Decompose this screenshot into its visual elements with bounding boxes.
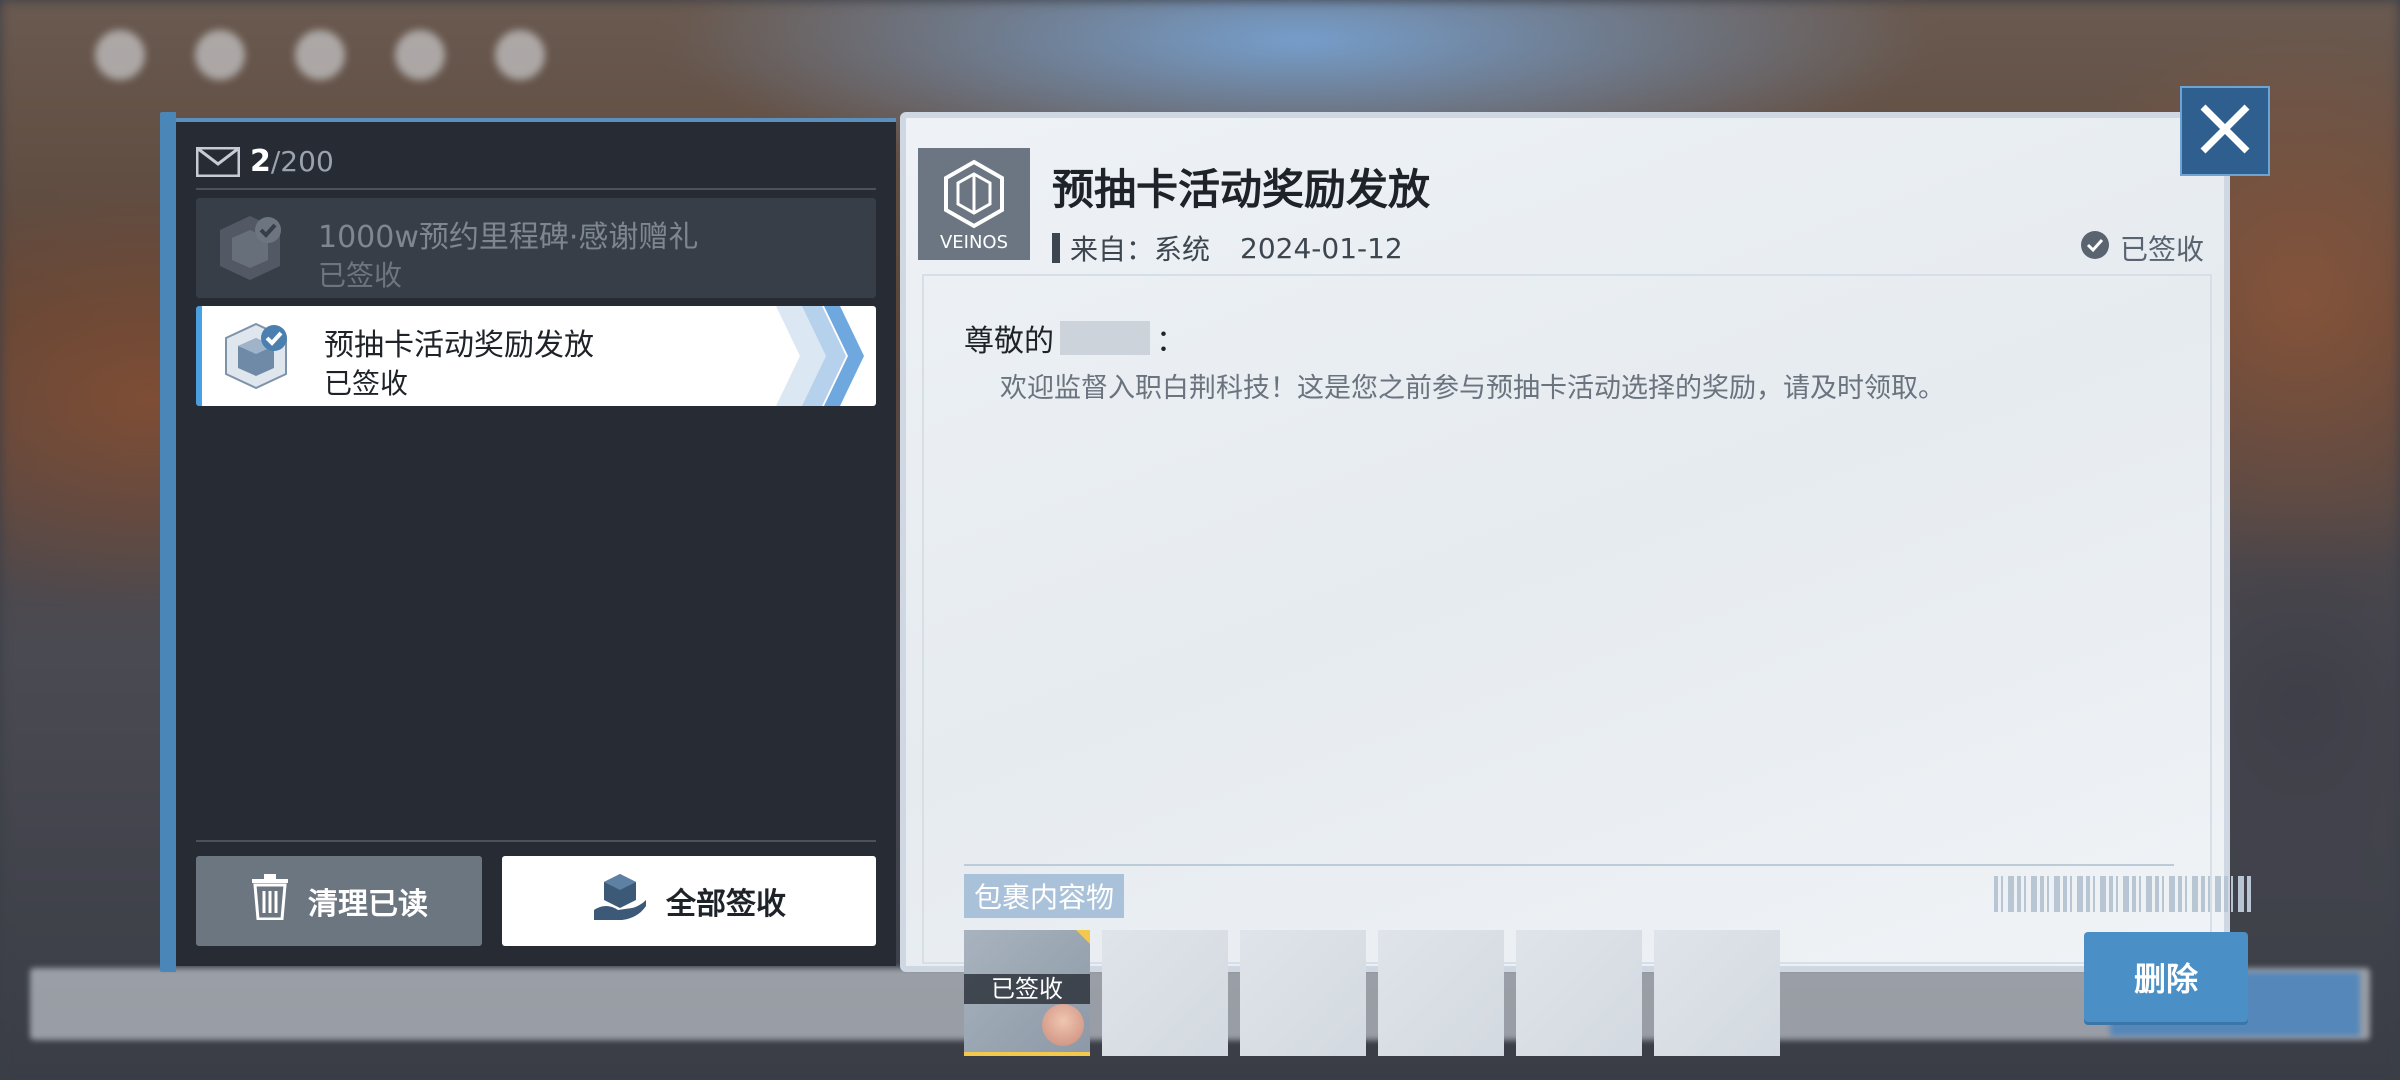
mail-subject: 预抽卡活动奖励发放 xyxy=(1052,165,1431,214)
attachment-slot-empty xyxy=(1516,930,1642,1056)
attachment-slot-item[interactable]: 已签收 xyxy=(964,930,1090,1056)
mail-item-title: 预抽卡活动奖励发放 xyxy=(324,328,594,363)
envelope-icon xyxy=(196,146,240,177)
package-claimed-icon xyxy=(210,208,290,288)
mailbox-counter: 2/200 xyxy=(196,144,334,179)
character-avatar-icon xyxy=(1042,1004,1084,1046)
mail-item-status: 已签收 xyxy=(318,259,403,292)
mail-message: 欢迎监督入职白荆科技！这是您之前参与预抽卡活动选择的奖励，请及时领取。 xyxy=(1000,373,1945,404)
attachments-label: 包裹内容物 xyxy=(964,874,1125,918)
close-icon xyxy=(2197,101,2253,161)
greeting-suffix: ： xyxy=(1156,324,1186,359)
mail-detail-panel: VEINOS 预抽卡活动奖励发放 来自：系统 2024-01-12 已签收 尊敬… xyxy=(900,112,2254,1056)
sender-logo: VEINOS xyxy=(918,148,1030,260)
mail-meta: 来自：系统 2024-01-12 xyxy=(1052,228,1403,268)
mail-item-title: 1000w预约里程碑·感谢赠礼 xyxy=(318,220,699,255)
check-circle-icon xyxy=(2080,230,2110,267)
mail-dialog: 2/200 1000w预约里程碑·感谢赠礼 已签收 预抽卡活动奖励发放 已签收 … xyxy=(160,112,2254,1056)
mail-count-total: /200 xyxy=(270,145,334,178)
package-hand-icon xyxy=(592,872,648,930)
mail-status-label: 已签收 xyxy=(2119,233,2204,266)
list-divider-bottom xyxy=(196,840,876,842)
rarity-corner xyxy=(1076,930,1090,944)
trash-icon xyxy=(250,874,290,928)
delete-button[interactable]: 删除 xyxy=(2084,932,2248,1022)
barcode-decoration xyxy=(1994,876,2254,912)
mail-body: 尊敬的 ： 欢迎监督入职白荆科技！这是您之前参与预抽卡活动选择的奖励，请及时领取… xyxy=(922,274,2254,1056)
mail-greeting: 尊敬的 ： xyxy=(964,316,1186,360)
claim-all-label: 全部签收 xyxy=(666,887,786,922)
redacted-name xyxy=(1060,321,1150,355)
clear-read-button[interactable]: 清理已读 xyxy=(196,856,482,946)
chevron-right-icon xyxy=(766,306,866,406)
attachment-slots: 已签收 xyxy=(964,930,1780,1056)
mail-claimed-status: 已签收 xyxy=(2080,228,2204,268)
svg-text:VEINOS: VEINOS xyxy=(940,232,1008,253)
mail-sender: 来自：系统 xyxy=(1070,233,1211,266)
greeting-prefix: 尊敬的 xyxy=(964,324,1054,359)
attachment-slot-empty xyxy=(1654,930,1780,1056)
clear-read-label: 清理已读 xyxy=(308,887,428,922)
claim-all-button[interactable]: 全部签收 xyxy=(502,856,876,946)
attachment-claimed-overlay: 已签收 xyxy=(964,974,1090,1004)
close-button[interactable] xyxy=(2180,86,2270,176)
package-claimed-icon xyxy=(216,316,296,396)
attachment-slot-empty xyxy=(1240,930,1366,1056)
mail-count-current: 2 xyxy=(250,144,271,179)
attachments-divider xyxy=(964,864,2174,866)
attachment-slot-empty xyxy=(1378,930,1504,1056)
mail-item-status: 已签收 xyxy=(324,367,409,400)
mail-list-item[interactable]: 1000w预约里程碑·感谢赠礼 已签收 xyxy=(196,198,876,298)
attachment-slot-empty xyxy=(1102,930,1228,1056)
mail-list-panel: 2/200 1000w预约里程碑·感谢赠礼 已签收 预抽卡活动奖励发放 已签收 … xyxy=(176,118,896,966)
mail-list-item-selected[interactable]: 预抽卡活动奖励发放 已签收 xyxy=(196,306,876,406)
meta-bar xyxy=(1052,233,1060,263)
list-divider-top xyxy=(196,188,876,190)
background-top-icons xyxy=(95,30,545,80)
mail-date: 2024-01-12 xyxy=(1240,231,1403,265)
